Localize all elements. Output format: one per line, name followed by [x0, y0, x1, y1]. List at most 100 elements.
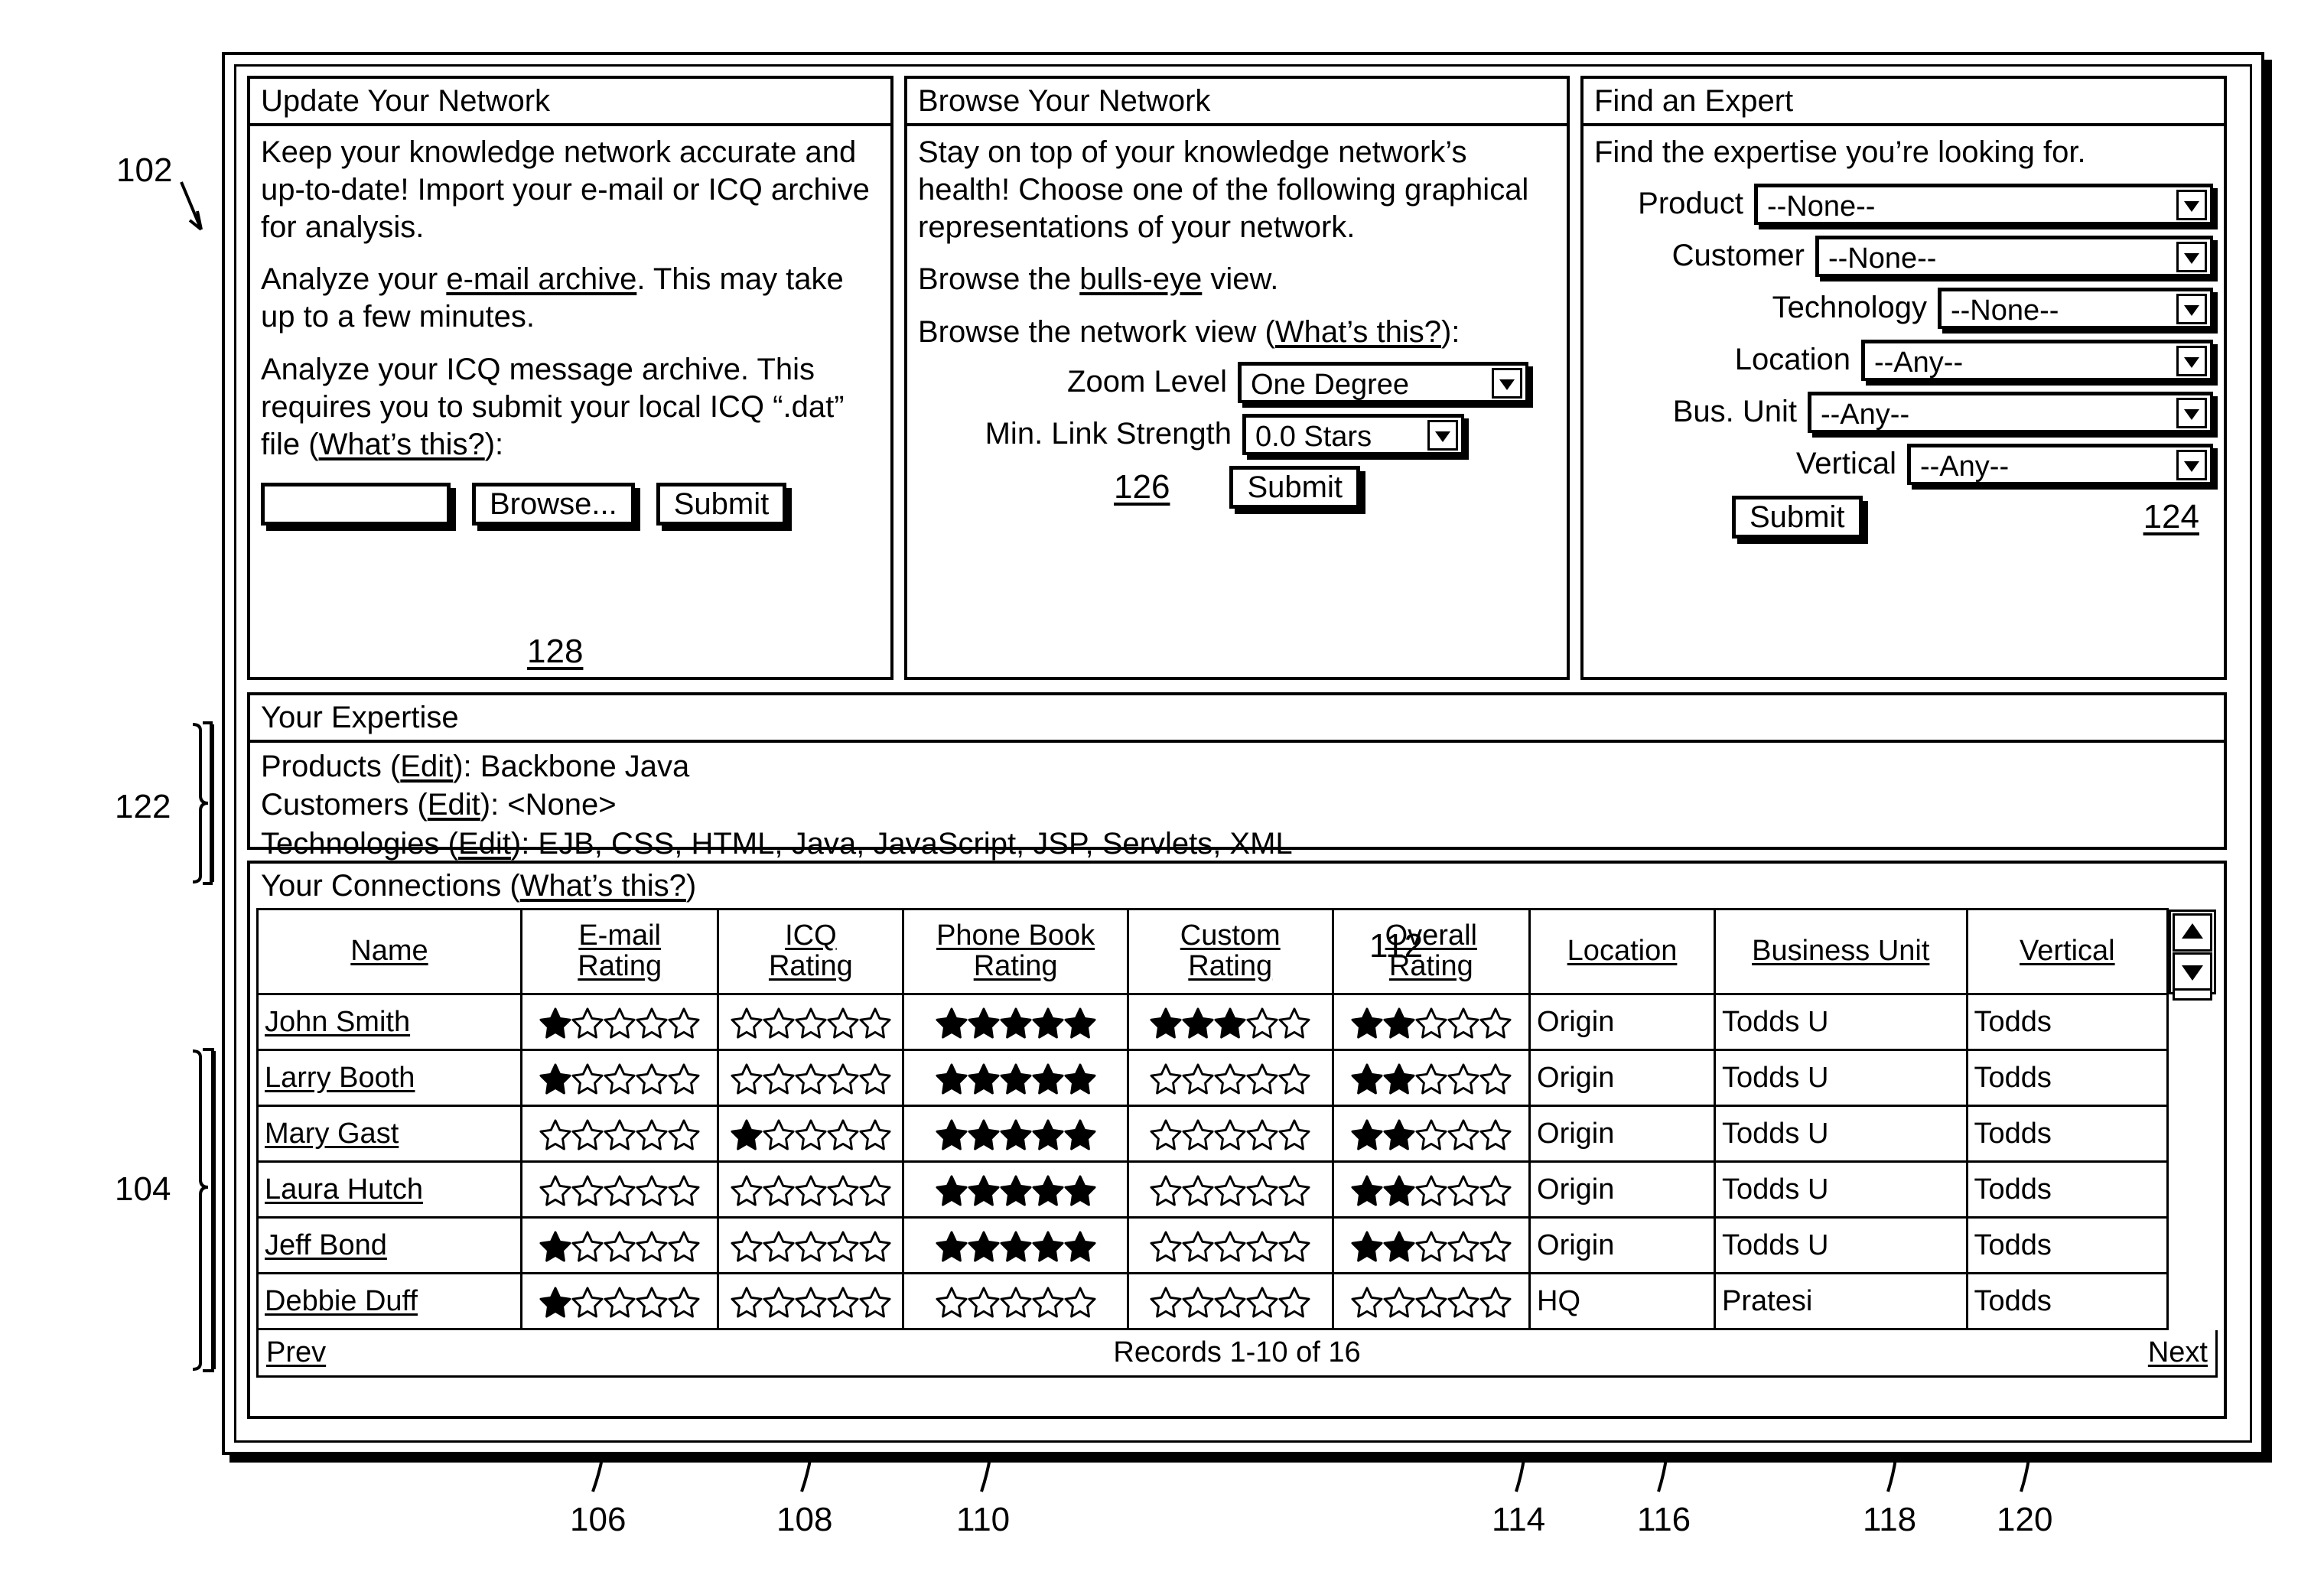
callout-114: 114 [1492, 1501, 1546, 1538]
browse-button[interactable]: Browse... [472, 483, 635, 526]
edit-link[interactable]: Edit [428, 788, 480, 822]
expert-field-select[interactable]: --None-- [1938, 287, 2213, 329]
star-empty-icon [859, 1007, 891, 1039]
star-empty-icon [1150, 1231, 1182, 1262]
scroll-up-icon[interactable] [2173, 913, 2213, 952]
submit-button-expert[interactable]: Submit [1732, 495, 1863, 539]
star-filled-icon [1383, 1231, 1415, 1262]
expertise-value: ): EJB, CSS, HTML, Java, JavaScript, JSP… [510, 826, 1293, 861]
submit-button-browse[interactable]: Submit [1229, 465, 1360, 509]
star-empty-icon [827, 1287, 859, 1318]
browse-p3-suffix: ): [1440, 315, 1460, 350]
star-empty-icon [604, 1063, 636, 1095]
cell-business-unit: Todds U [1714, 1160, 1968, 1219]
next-link[interactable]: Next [2148, 1336, 2208, 1369]
prev-link[interactable]: Prev [266, 1336, 326, 1369]
bulls-eye-link[interactable]: bulls-eye [1079, 262, 1202, 296]
email-archive-link[interactable]: e-mail archive [446, 262, 636, 296]
connections-pager: Prev Records 1-10 of 16 Next [256, 1330, 2218, 1378]
star-filled-icon [1000, 1119, 1032, 1150]
callout-120: 120 [1997, 1501, 2053, 1538]
scrollbar-track[interactable] [2169, 909, 2217, 1001]
star-filled-icon [968, 1175, 1000, 1206]
star-filled-icon [936, 1119, 968, 1150]
expert-field-select[interactable]: --Any-- [1808, 391, 2213, 433]
star-empty-icon [604, 1231, 636, 1262]
cell-phone-rating [902, 993, 1129, 1051]
expert-field-select[interactable]: --None-- [1815, 235, 2213, 277]
cell-location: Origin [1528, 1160, 1716, 1219]
whats-this-link-network[interactable]: What’s this? [1275, 315, 1441, 349]
cell-custom-rating [1126, 1216, 1334, 1274]
cell-icq-rating [717, 1272, 905, 1330]
column-header-e-mail[interactable]: E-mail Rating [519, 908, 720, 995]
star-filled-icon [968, 1231, 1000, 1262]
chevron-down-icon[interactable] [2176, 241, 2207, 272]
star-empty-icon [1246, 1175, 1278, 1206]
star-filled-icon [1000, 1063, 1032, 1095]
submit-button-update[interactable]: Submit [656, 483, 787, 526]
zoom-level-row: Zoom Level One Degree [918, 361, 1556, 403]
table-row: John Smith Origin Todds U Todds [256, 993, 2217, 1051]
star-empty-icon [1246, 1119, 1278, 1150]
whats-this-link-connections[interactable]: What’s this? [520, 869, 686, 903]
records-count-label: Records 1-10 of 16 [1113, 1336, 1361, 1368]
min-link-strength-value: 0.0 Stars [1255, 420, 1372, 453]
chevron-down-icon[interactable] [2176, 449, 2207, 480]
column-header-location[interactable]: Location [1528, 908, 1716, 995]
cell-name[interactable]: Larry Booth [256, 1049, 522, 1107]
column-header-business-unit[interactable]: Business Unit [1714, 908, 1968, 995]
cell-custom-rating [1126, 1272, 1334, 1330]
star-empty-icon [1479, 1119, 1512, 1150]
expert-field-select[interactable]: --Any-- [1907, 443, 2213, 485]
chevron-down-icon[interactable] [2176, 293, 2207, 324]
column-header-name[interactable]: Name [256, 908, 522, 995]
cell-name[interactable]: John Smith [256, 993, 522, 1051]
expertise-label: Technologies ( [261, 826, 458, 861]
browse-paragraph-3: Browse the network view (What’s this?): [918, 314, 1556, 351]
cell-name[interactable]: Jeff Bond [256, 1216, 522, 1274]
chevron-down-icon[interactable] [2176, 345, 2207, 376]
star-empty-icon [1278, 1231, 1310, 1262]
star-empty-icon [1214, 1119, 1246, 1150]
connections-header-row: Name E-mail Rating ICQ Rating Phone Book Ratin… [256, 908, 2217, 1001]
star-empty-icon [1182, 1231, 1214, 1262]
column-header-phone-book[interactable]: Phone Book Rating [902, 908, 1129, 995]
update-p2-prefix: Analyze your [261, 262, 447, 297]
star-empty-icon [1415, 1119, 1447, 1150]
table-scrollbar[interactable] [2167, 909, 2217, 1001]
icq-file-input[interactable] [261, 483, 451, 526]
expert-field-select[interactable]: --Any-- [1861, 339, 2213, 381]
expert-field-value: --None-- [1828, 242, 1937, 275]
whats-this-link-icq[interactable]: What’s this? [319, 428, 485, 461]
zoom-level-select[interactable]: One Degree [1238, 361, 1528, 403]
expert-field-row-product: Product --None-- [1594, 183, 2213, 225]
window-inner-frame: Update Your Network Keep your knowledge … [234, 64, 2252, 1443]
chevron-down-icon[interactable] [1427, 419, 1458, 451]
min-link-strength-select[interactable]: 0.0 Stars [1242, 413, 1464, 455]
column-header-overall[interactable]: Overall Rating [1331, 908, 1531, 995]
callout-112: 112 [1369, 927, 1424, 965]
star-empty-icon [795, 1007, 827, 1039]
edit-link[interactable]: Edit [400, 750, 453, 783]
chevron-down-icon[interactable] [2176, 397, 2207, 428]
star-empty-icon [763, 1175, 795, 1206]
cell-name[interactable]: Debbie Duff [256, 1272, 522, 1330]
column-header-custom[interactable]: Custom Rating [1126, 908, 1334, 995]
cell-name[interactable]: Laura Hutch [256, 1160, 522, 1219]
cell-name[interactable]: Mary Gast [256, 1105, 522, 1163]
column-header-vertical[interactable]: Vertical [1965, 908, 2169, 995]
expert-field-select[interactable]: --None-- [1754, 183, 2213, 225]
star-empty-icon [668, 1287, 700, 1318]
callout-128: 128 [527, 633, 584, 670]
star-empty-icon [1214, 1287, 1246, 1318]
column-header-icq[interactable]: ICQ Rating [717, 908, 905, 995]
chevron-down-icon[interactable] [1492, 367, 1522, 399]
expert-field-label: Bus. Unit [1672, 395, 1797, 429]
chevron-down-icon[interactable] [2176, 189, 2207, 220]
browse-paragraph-2: Browse the bulls-eye view. [918, 261, 1556, 298]
edit-link[interactable]: Edit [458, 827, 511, 861]
expert-field-value: --Any-- [1821, 398, 1910, 431]
scroll-down-icon[interactable] [2173, 952, 2213, 991]
expert-field-row-vertical: Vertical --Any-- [1594, 443, 2213, 485]
